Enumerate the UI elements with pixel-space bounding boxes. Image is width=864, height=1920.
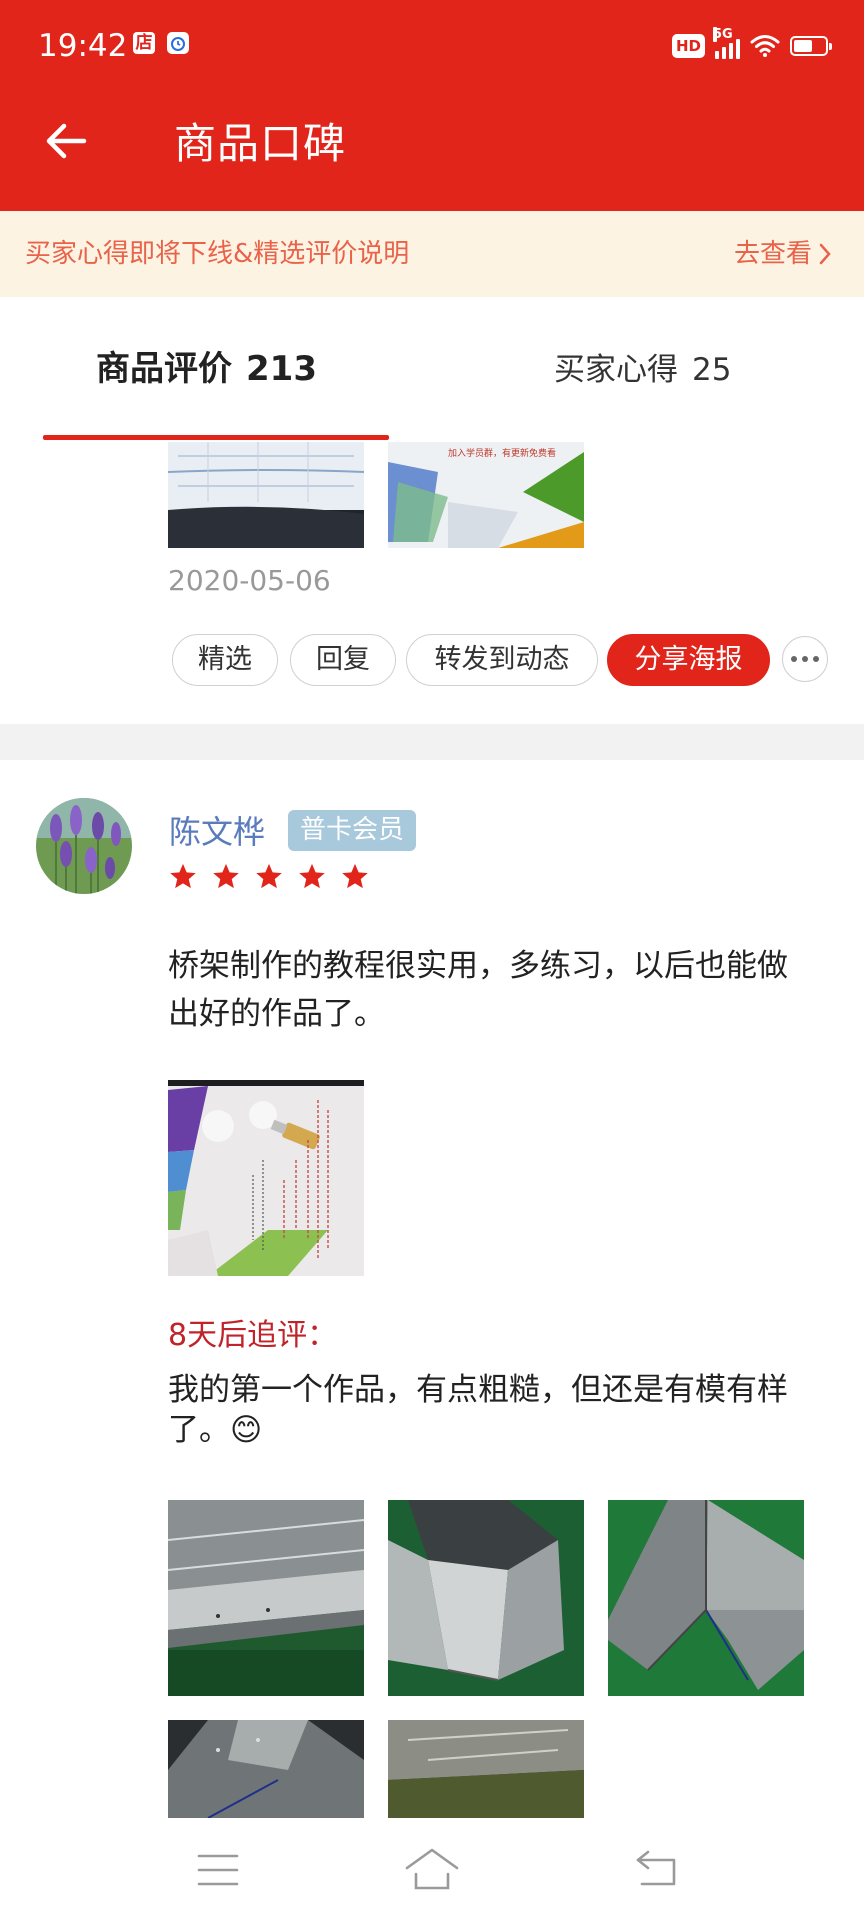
tab-count: 213: [246, 349, 317, 389]
review-photo[interactable]: [168, 1080, 364, 1276]
share-poster-button[interactable]: 分享海报: [607, 634, 770, 686]
chevron-right-icon: [819, 243, 831, 265]
followup-label: 8天后追评：: [168, 1318, 338, 1353]
status-icons: HD 5G: [671, 27, 832, 62]
menu-icon[interactable]: [196, 1850, 240, 1890]
back-button[interactable]: [40, 115, 92, 167]
back-icon[interactable]: [634, 1846, 682, 1890]
page-title: 商品口碑: [174, 119, 347, 168]
avatar[interactable]: [36, 798, 132, 894]
wifi-icon: [750, 35, 780, 57]
notice-text: 买家心得即将下线&精选评价说明: [25, 239, 410, 269]
review-photo[interactable]: [168, 442, 364, 548]
battery-icon: [790, 36, 832, 56]
review-photo[interactable]: 加入学员群，有更新免费看: [388, 442, 584, 548]
star-icon: [170, 863, 196, 889]
status-time: 19:42: [38, 28, 128, 64]
followup-photo[interactable]: [608, 1500, 804, 1696]
svg-text:加入学员群，有更新免费看: 加入学员群，有更新免费看: [448, 447, 556, 459]
active-tab-indicator: [43, 435, 389, 440]
more-options-button[interactable]: [782, 636, 828, 682]
rating-stars: [168, 862, 370, 892]
review-date: 2020-05-06: [168, 564, 331, 597]
reply-button[interactable]: 回复: [290, 634, 396, 686]
forward-to-feed-button[interactable]: 转发到动态: [406, 634, 598, 686]
reviewer-name[interactable]: 陈文桦: [169, 810, 265, 854]
tab-label: 买家心得: [554, 352, 678, 388]
section-divider: [0, 724, 864, 760]
followup-text: 我的第一个作品，有点粗糙，但还是有模有样了。😊: [168, 1372, 788, 1448]
star-icon: [256, 863, 282, 889]
star-icon: [299, 863, 325, 889]
more-dots-icon: [791, 656, 797, 662]
followup-photo[interactable]: [388, 1720, 584, 1818]
alarm-notification-icon: [167, 32, 189, 54]
review-text: 桥架制作的教程很实用，多练习，以后也能做出好的作品了。: [168, 948, 788, 1032]
followup-photo[interactable]: [168, 1500, 364, 1696]
notice-view-link[interactable]: 去查看: [734, 236, 832, 272]
tab-buyer-experiences[interactable]: 买家心得 25: [554, 348, 731, 392]
followup-photo[interactable]: [388, 1500, 584, 1696]
signal-icon: 5G: [713, 27, 740, 59]
member-badge: 普卡会员: [288, 810, 417, 851]
home-icon[interactable]: [404, 1846, 460, 1892]
tab-product-reviews[interactable]: 商品评价 213: [96, 346, 317, 392]
followup-photo[interactable]: [168, 1720, 364, 1818]
star-icon: [213, 863, 239, 889]
star-icon: [342, 863, 368, 889]
tab-label: 商品评价: [96, 349, 232, 389]
hd-badge: HD: [671, 34, 705, 58]
tab-count: 25: [692, 352, 732, 388]
feature-button[interactable]: 精选: [172, 634, 278, 686]
notice-link-label: 去查看: [733, 239, 812, 269]
store-notification-icon: 店: [133, 32, 155, 54]
back-arrow-icon: [46, 123, 87, 159]
